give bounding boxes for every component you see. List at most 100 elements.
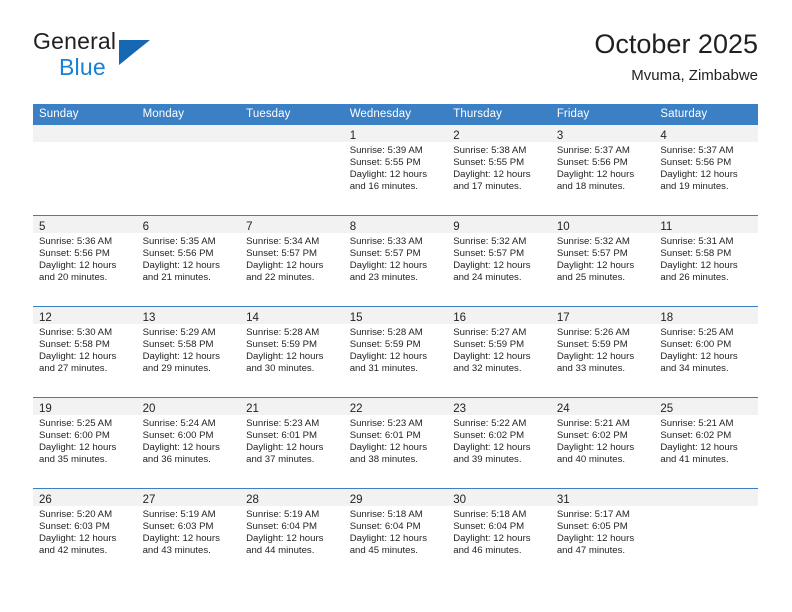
sunset-text: Sunset: 6:04 PM [246, 521, 318, 533]
day-number: 21 [246, 403, 259, 415]
day-details: Sunrise: 5:19 AM Sunset: 6:03 PM Daylight:… [137, 506, 241, 557]
calendar-body: 1 Sunrise: 5:39 AM Sunset: 5:55 PM Daylight… [33, 125, 758, 579]
daylight-text-line1: Daylight: 12 hours [39, 442, 117, 454]
calendar-day-cell[interactable]: 13 Sunrise: 5:29 AM Sunset: 5:58 PM Dayligh… [136, 306, 241, 398]
daylight-text-line2: and 26 minutes. [660, 272, 729, 284]
calendar-day-cell[interactable]: 4 Sunrise: 5:37 AM Sunset: 5:56 PM Daylight… [654, 125, 758, 216]
daylight-text-line1: Daylight: 12 hours [349, 533, 428, 545]
general-blue-logo[interactable]: General Blue [33, 28, 243, 90]
day-number: 11 [660, 221, 673, 233]
sunrise-text: Sunrise: 5:36 AM [39, 236, 113, 247]
calendar-day-cell[interactable]: 9 Sunrise: 5:32 AM Sunset: 5:57 PM Daylight… [447, 215, 551, 307]
calendar-day-cell[interactable]: 19 Sunrise: 5:25 AM Sunset: 6:00 PM Dayligh… [33, 397, 137, 489]
day-number-band: 15 [343, 307, 448, 324]
day-details: Sunrise: 5:34 AM Sunset: 5:57 PM Daylight:… [240, 233, 344, 284]
calendar-day-cell[interactable]: 22 Sunrise: 5:23 AM Sunset: 6:01 PM Dayligh… [343, 397, 448, 489]
day-cell-content: 22 Sunrise: 5:23 AM Sunset: 6:01 PM Dayligh… [343, 398, 448, 488]
sunset-text: Sunset: 5:58 PM [142, 339, 214, 351]
day-cell-content: 6 Sunrise: 5:35 AM Sunset: 5:56 PM Daylight… [136, 216, 241, 306]
calendar-day-cell[interactable]: 5 Sunrise: 5:36 AM Sunset: 5:56 PM Daylight… [33, 215, 137, 307]
weekday-header-friday: Friday [550, 104, 655, 125]
day-details: Sunrise: 5:28 AM Sunset: 5:59 PM Daylight:… [344, 324, 448, 375]
calendar-day-cell[interactable]: 18 Sunrise: 5:25 AM Sunset: 6:00 PM Dayligh… [654, 306, 758, 398]
sunrise-text: Sunrise: 5:32 AM [556, 236, 630, 247]
day-cell-content: 9 Sunrise: 5:32 AM Sunset: 5:57 PM Daylight… [447, 216, 551, 306]
sunrise-sunset-calendar: Sunday Monday Tuesday Wednesday Thursday… [33, 104, 758, 579]
daylight-text-line2: and 19 minutes. [660, 181, 729, 193]
day-details: Sunrise: 5:23 AM Sunset: 6:01 PM Daylight:… [240, 415, 344, 466]
day-details: Sunrise: 5:25 AM Sunset: 6:00 PM Daylight:… [654, 324, 758, 375]
day-number-band: 9 [447, 216, 551, 233]
calendar-day-cell[interactable]: 31 Sunrise: 5:17 AM Sunset: 6:05 PM Dayligh… [550, 488, 655, 579]
sunrise-text: Sunrise: 5:22 AM [453, 418, 527, 429]
day-details: Sunrise: 5:35 AM Sunset: 5:56 PM Daylight:… [137, 233, 241, 284]
calendar-day-cell[interactable]: 20 Sunrise: 5:24 AM Sunset: 6:00 PM Dayligh… [136, 397, 241, 489]
calendar-day-cell[interactable]: 11 Sunrise: 5:31 AM Sunset: 5:58 PM Dayligh… [654, 215, 758, 307]
daylight-text-line1: Daylight: 12 hours [453, 442, 531, 454]
calendar-week-row: 26 Sunrise: 5:20 AM Sunset: 6:03 PM Dayligh… [33, 488, 758, 579]
calendar-day-cell[interactable]: 26 Sunrise: 5:20 AM Sunset: 6:03 PM Dayligh… [33, 488, 137, 579]
day-number-band: 27 [136, 489, 241, 506]
daylight-text-line2: and 37 minutes. [246, 454, 315, 466]
calendar-day-cell[interactable]: 28 Sunrise: 5:19 AM Sunset: 6:04 PM Dayligh… [240, 488, 344, 579]
day-number: 9 [453, 221, 460, 233]
weekday-header-saturday: Saturday [654, 104, 758, 125]
weekday-header-thursday: Thursday [447, 104, 551, 125]
calendar-day-cell[interactable]: 17 Sunrise: 5:26 AM Sunset: 5:59 PM Dayligh… [550, 306, 655, 398]
calendar-day-cell[interactable]: 25 Sunrise: 5:21 AM Sunset: 6:02 PM Dayligh… [654, 397, 758, 489]
calendar-day-cell[interactable]: 23 Sunrise: 5:22 AM Sunset: 6:02 PM Dayligh… [447, 397, 551, 489]
day-number-band: 14 [240, 307, 344, 324]
day-number-band: 1 [343, 125, 448, 142]
daylight-text-line2: and 41 minutes. [660, 454, 729, 466]
day-number-band: 16 [447, 307, 551, 324]
day-details: Sunrise: 5:26 AM Sunset: 5:59 PM Daylight:… [551, 324, 655, 375]
calendar-week-row: 1 Sunrise: 5:39 AM Sunset: 5:55 PM Daylight… [33, 125, 758, 216]
day-cell-content: 20 Sunrise: 5:24 AM Sunset: 6:00 PM Dayligh… [136, 398, 241, 488]
calendar-day-cell[interactable]: 2 Sunrise: 5:38 AM Sunset: 5:55 PM Daylight… [447, 125, 551, 216]
sunrise-text: Sunrise: 5:25 AM [660, 327, 734, 338]
sunrise-text: Sunrise: 5:19 AM [142, 509, 216, 520]
day-number-band: 7 [240, 216, 344, 233]
day-number-band: 4 [654, 125, 758, 142]
day-number-band: 25 [654, 398, 758, 415]
daylight-text-line1: Daylight: 12 hours [556, 533, 635, 545]
sunset-text: Sunset: 5:57 PM [349, 248, 421, 260]
sunset-text: Sunset: 5:58 PM [39, 339, 110, 351]
calendar-day-cell[interactable]: 8 Sunrise: 5:33 AM Sunset: 5:57 PM Daylight… [343, 215, 448, 307]
daylight-text-line1: Daylight: 12 hours [349, 260, 428, 272]
calendar-day-cell[interactable]: 10 Sunrise: 5:32 AM Sunset: 5:57 PM Dayligh… [550, 215, 655, 307]
calendar-day-cell[interactable]: 3 Sunrise: 5:37 AM Sunset: 5:56 PM Daylight… [550, 125, 655, 216]
day-cell-content [33, 125, 137, 215]
calendar-day-cell[interactable]: 1 Sunrise: 5:39 AM Sunset: 5:55 PM Daylight… [343, 125, 448, 216]
calendar-day-cell[interactable]: 6 Sunrise: 5:35 AM Sunset: 5:56 PM Daylight… [136, 215, 241, 307]
day-details: Sunrise: 5:17 AM Sunset: 6:05 PM Daylight:… [551, 506, 655, 557]
day-number: 3 [556, 130, 564, 142]
calendar-day-cell[interactable]: 15 Sunrise: 5:28 AM Sunset: 5:59 PM Dayligh… [343, 306, 448, 398]
calendar-day-cell [33, 125, 137, 216]
calendar-day-cell[interactable]: 12 Sunrise: 5:30 AM Sunset: 5:58 PM Dayligh… [33, 306, 137, 398]
sunrise-text: Sunrise: 5:27 AM [453, 327, 527, 338]
sunrise-text: Sunrise: 5:21 AM [556, 418, 630, 429]
day-number-band: 24 [550, 398, 655, 415]
day-cell-content: 5 Sunrise: 5:36 AM Sunset: 5:56 PM Daylight… [33, 216, 137, 306]
calendar-day-cell[interactable]: 27 Sunrise: 5:19 AM Sunset: 6:03 PM Dayligh… [136, 488, 241, 579]
sunrise-text: Sunrise: 5:25 AM [39, 418, 113, 429]
day-number: 13 [142, 312, 156, 324]
calendar-day-cell[interactable]: 29 Sunrise: 5:18 AM Sunset: 6:04 PM Dayligh… [343, 488, 448, 579]
calendar-day-cell[interactable]: 30 Sunrise: 5:18 AM Sunset: 6:04 PM Dayligh… [447, 488, 551, 579]
day-details: Sunrise: 5:29 AM Sunset: 5:58 PM Daylight:… [137, 324, 241, 375]
calendar-day-cell[interactable]: 16 Sunrise: 5:27 AM Sunset: 5:59 PM Dayligh… [447, 306, 551, 398]
day-details: Sunrise: 5:37 AM Sunset: 5:56 PM Daylight:… [654, 142, 758, 193]
calendar-day-cell[interactable]: 7 Sunrise: 5:34 AM Sunset: 5:57 PM Daylight… [240, 215, 344, 307]
daylight-text-line2: and 40 minutes. [556, 454, 626, 466]
sunrise-text: Sunrise: 5:32 AM [453, 236, 527, 247]
day-cell-content: 30 Sunrise: 5:18 AM Sunset: 6:04 PM Dayligh… [447, 489, 551, 579]
daylight-text-line1: Daylight: 12 hours [246, 351, 324, 363]
day-details: Sunrise: 5:32 AM Sunset: 5:57 PM Daylight:… [447, 233, 551, 284]
day-cell-content: 8 Sunrise: 5:33 AM Sunset: 5:57 PM Daylight… [343, 216, 448, 306]
calendar-day-cell[interactable]: 21 Sunrise: 5:23 AM Sunset: 6:01 PM Dayligh… [240, 397, 344, 489]
day-number-band: 3 [550, 125, 655, 142]
calendar-day-cell[interactable]: 14 Sunrise: 5:28 AM Sunset: 5:59 PM Dayligh… [240, 306, 344, 398]
day-number-band: 26 [33, 489, 137, 506]
calendar-day-cell[interactable]: 24 Sunrise: 5:21 AM Sunset: 6:02 PM Dayligh… [550, 397, 655, 489]
